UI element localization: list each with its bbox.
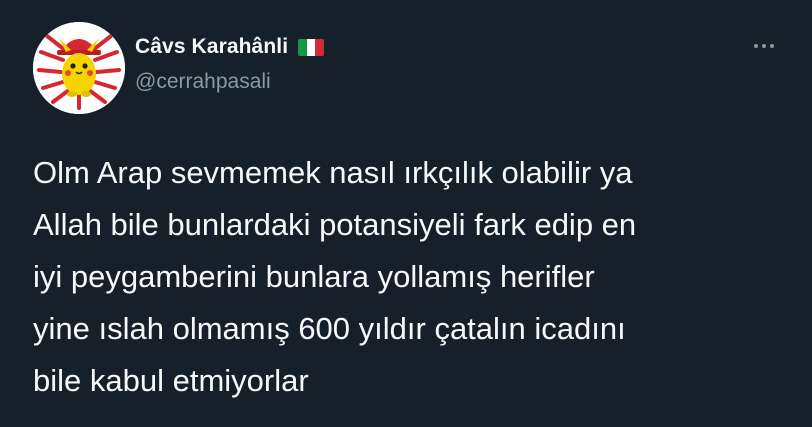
more-options-icon[interactable] — [747, 34, 781, 58]
tweet-text-line: Allah bile bunlardaki potansiyeli fark e… — [33, 207, 637, 242]
tweet-text-line: yine ıslah olmamış 600 yıldır çatalın ic… — [33, 311, 626, 346]
display-name[interactable]: Câvs Karahânli — [135, 35, 288, 59]
pikachu-hat-avatar-icon — [33, 22, 125, 114]
tweet-card: Câvs Karahânli @cerrahpasali Olm Arap se… — [0, 0, 812, 427]
tweet-text-line: iyi peygamberini bunlara yollamış herifl… — [33, 259, 595, 294]
author-name-row[interactable]: Câvs Karahânli — [135, 35, 325, 59]
tweet-text-line: bile kabul etmiyorlar — [33, 363, 309, 398]
italy-flag-icon — [298, 39, 325, 56]
tweet-text-line: Olm Arap sevmemek nasıl ırkçılık olabili… — [33, 155, 633, 190]
avatar[interactable] — [33, 22, 125, 114]
tweet-text: Olm Arap sevmemek nasıl ırkçılık olabili… — [33, 147, 793, 407]
author-handle[interactable]: @cerrahpasali — [135, 70, 271, 94]
